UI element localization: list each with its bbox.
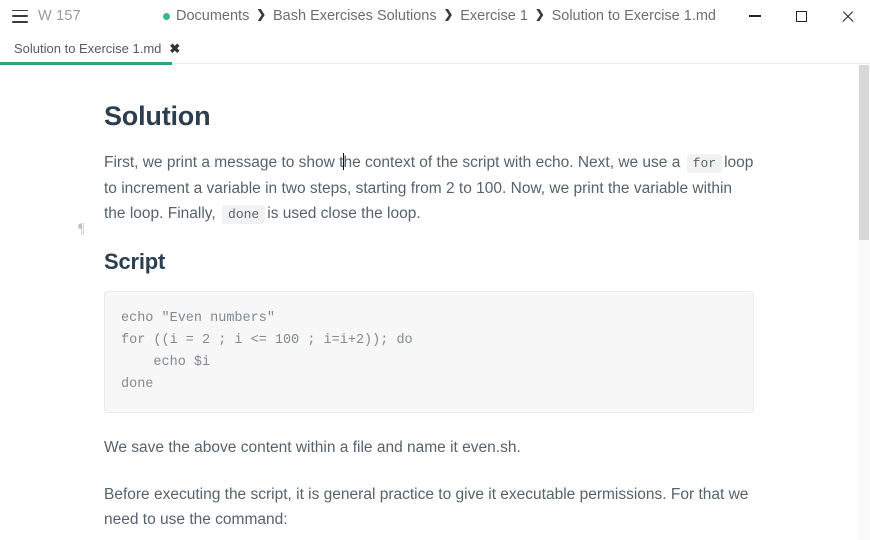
breadcrumb-item-documents[interactable]: Documents — [176, 8, 249, 24]
document-scroll-area[interactable]: ¶ Solution First, we print a message to … — [0, 65, 870, 540]
app-window: W 157 Documents ❯ Bash Exercises Solutio… — [0, 0, 870, 540]
breadcrumb-item-bash-exercises-solutions[interactable]: Bash Exercises Solutions — [273, 8, 437, 24]
close-button[interactable] — [824, 0, 870, 32]
minimize-button[interactable] — [732, 0, 778, 32]
breadcrumb: Documents ❯ Bash Exercises Solutions ❯ E… — [163, 0, 716, 32]
tab-bar: Solution to Exercise 1.md ✖ — [0, 32, 870, 65]
close-icon — [841, 10, 854, 23]
maximize-icon — [795, 10, 807, 22]
window-label: W 157 — [38, 8, 81, 24]
inline-code-for: for — [686, 154, 723, 173]
paragraph-intro-text-d: is used close the loop. — [267, 205, 421, 222]
vertical-scrollbar[interactable] — [858, 65, 870, 540]
breadcrumb-item-current-file[interactable]: Solution to Exercise 1.md — [552, 8, 716, 24]
tab-solution-to-exercise-1[interactable]: Solution to Exercise 1.md ✖ — [0, 32, 194, 65]
document-body[interactable]: Solution First, we print a message to sh… — [0, 65, 870, 532]
breadcrumb-separator-icon: ❯ — [256, 9, 266, 22]
paragraph-intro-text-a: First, we print a message to show t — [104, 154, 344, 171]
code-block[interactable]: echo "Even numbers" for ((i = 2 ; i <= 1… — [104, 291, 754, 413]
section-heading-script: Script — [104, 249, 166, 274]
breadcrumb-separator-icon: ❯ — [443, 9, 454, 22]
scrollbar-thumb[interactable] — [859, 65, 869, 240]
maximize-button[interactable] — [778, 0, 824, 32]
paragraph-intro[interactable]: First, we print a message to show the co… — [104, 150, 754, 227]
paragraph-intro-text-b: he context of the script with echo. Next… — [343, 154, 681, 171]
paragraph-permissions[interactable]: Before executing the script, it is gener… — [104, 482, 754, 532]
paragraph-save-file[interactable]: We save the above content within a file … — [104, 435, 754, 460]
window-controls — [732, 0, 870, 32]
minimize-icon — [749, 15, 761, 17]
tab-label: Solution to Exercise 1.md — [14, 41, 162, 56]
hamburger-menu-icon[interactable] — [12, 9, 28, 23]
inline-code-done: done — [222, 205, 266, 224]
tab-close-icon[interactable]: ✖ — [169, 42, 180, 55]
breadcrumb-separator-icon: ❯ — [534, 9, 545, 22]
page-title: Solution — [104, 101, 211, 131]
tab-bar-divider — [172, 63, 870, 64]
title-bar: W 157 Documents ❯ Bash Exercises Solutio… — [0, 0, 870, 32]
status-dot-icon — [163, 12, 170, 20]
breadcrumb-item-exercise-1[interactable]: Exercise 1 — [460, 8, 528, 24]
code-block-content: echo "Even numbers" for ((i = 2 ; i <= 1… — [121, 311, 413, 392]
